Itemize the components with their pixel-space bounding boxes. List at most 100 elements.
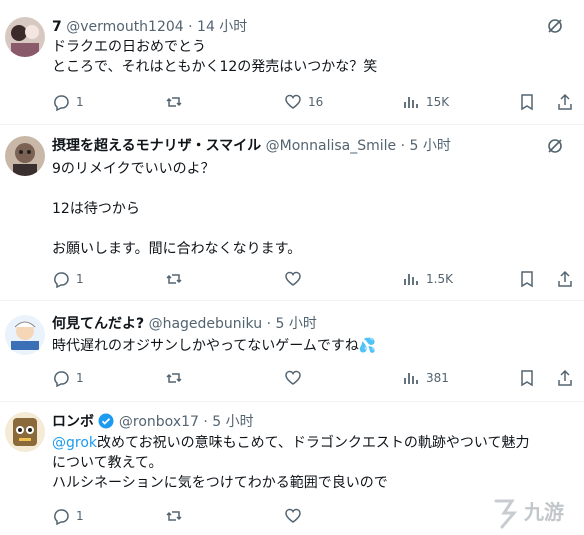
timestamp[interactable]: 5 小时 — [212, 414, 253, 430]
retweet-button[interactable] — [165, 506, 189, 526]
post-header: 何見てんだよ? @hagedebuniku · 5 小时 — [52, 314, 317, 334]
post-header: 摂理を超えるモナリザ・スマイル @Monnalisa_Smile · 5 小时 — [52, 136, 451, 156]
text-line: お願いします。間に合わなくなります。 — [52, 241, 302, 257]
bookmark-icon — [521, 271, 533, 288]
bookmark-button[interactable] — [518, 368, 536, 388]
timestamp[interactable]: 5 小时 — [275, 316, 316, 332]
action-bar: 1 1.5K — [52, 269, 572, 289]
share-icon — [558, 270, 572, 287]
avatar[interactable] — [5, 315, 45, 355]
avatar[interactable] — [5, 412, 45, 452]
text-line — [52, 219, 554, 239]
retweet-icon — [166, 511, 182, 521]
bookmark-icon — [521, 370, 533, 387]
share-icon — [558, 93, 572, 110]
views-button[interactable]: 15K — [402, 92, 449, 112]
reply-icon — [54, 95, 69, 111]
like-button[interactable] — [284, 368, 308, 388]
author-handle[interactable]: @vermouth1204 — [66, 19, 183, 35]
text-content: 改めてお祝いの意味もこめて、ドラゴンクエストの軌跡やついて魅力 — [97, 435, 530, 451]
text-line: @grok改めてお祝いの意味もこめて、ドラゴンクエストの軌跡やついて魅力 — [52, 433, 584, 453]
share-icon — [558, 369, 572, 386]
post-2[interactable]: 摂理を超えるモナリザ・スマイル @Monnalisa_Smile · 5 小时 … — [0, 125, 584, 300]
text-line: ハルシネーションに気をつけてわかる範囲で良いので — [52, 475, 388, 491]
separator-dot: · — [266, 316, 272, 332]
post-text: 時代遅れのオジサンしかやってないゲームですね💦 — [52, 336, 554, 356]
text-line: 時代遅れのオジサンしかやってないゲームですね💦 — [52, 336, 554, 356]
like-count: 16 — [308, 95, 324, 109]
watermark-logo: 九游 — [494, 499, 564, 529]
reply-button[interactable]: 1 — [52, 368, 84, 388]
text-line: 12は待つから — [52, 201, 140, 217]
author-handle[interactable]: @Monnalisa_Smile — [266, 138, 397, 154]
text-line: について教えて。 — [52, 455, 163, 471]
verified-icon — [98, 413, 114, 429]
reply-count: 1 — [76, 371, 84, 385]
bookmark-button[interactable] — [518, 269, 536, 289]
retweet-button[interactable] — [165, 269, 189, 289]
action-bar: 1 381 — [52, 368, 572, 388]
grok-mention-link[interactable]: @grok — [52, 435, 97, 451]
like-icon — [285, 271, 301, 286]
share-button[interactable] — [556, 269, 574, 289]
share-button[interactable] — [556, 92, 574, 112]
reply-button[interactable]: 1 — [52, 92, 84, 112]
text-content: 時代遅れのオジサンしかやってないゲームですね — [52, 338, 359, 354]
retweet-icon — [166, 373, 182, 383]
reply-icon — [54, 272, 69, 288]
post-header: ロンボ @ronbox17 · 5 小时 — [52, 412, 254, 432]
sweat-emoji: 💦 — [358, 338, 377, 354]
avatar[interactable] — [5, 17, 45, 57]
author-handle[interactable]: @hagedebuniku — [149, 316, 263, 332]
views-count: 1.5K — [426, 272, 453, 286]
share-button[interactable] — [556, 368, 574, 388]
retweet-button[interactable] — [165, 92, 189, 112]
grok-icon[interactable] — [546, 137, 564, 155]
text-line — [52, 179, 554, 199]
views-button[interactable]: 1.5K — [402, 269, 453, 289]
separator-dot: · — [188, 19, 193, 35]
text-line: ところで、それはともかく12の発売はいつかな？笑 — [52, 59, 378, 75]
bookmark-icon — [521, 94, 533, 111]
retweet-button[interactable] — [165, 368, 189, 388]
views-icon — [404, 97, 418, 108]
grok-icon[interactable] — [546, 17, 564, 35]
svg-text:九游: 九游 — [523, 500, 564, 524]
views-icon — [404, 274, 418, 285]
like-icon — [285, 94, 301, 109]
author-name[interactable]: ロンボ — [52, 414, 94, 430]
like-icon — [285, 508, 301, 523]
separator-dot: · — [400, 138, 406, 154]
action-bar: 1 16 15K — [52, 92, 572, 112]
reply-count: 1 — [76, 95, 84, 109]
timestamp[interactable]: 14 小时 — [197, 19, 247, 35]
bookmark-button[interactable] — [518, 92, 536, 112]
author-name[interactable]: 摂理を超えるモナリザ・スマイル — [52, 138, 261, 154]
post-3[interactable]: 何見てんだよ? @hagedebuniku · 5 小时 時代遅れのオジサンしか… — [0, 301, 584, 401]
reply-count: 1 — [76, 272, 84, 286]
like-button[interactable] — [284, 269, 308, 289]
like-button[interactable]: 16 — [284, 92, 323, 112]
post-1[interactable]: 7 @vermouth1204 · 14 小时 ドラクエの日おめでとう ところで… — [0, 0, 584, 124]
author-name[interactable]: 何見てんだよ? — [52, 316, 144, 332]
reply-icon — [54, 371, 69, 387]
author-name[interactable]: 7 — [52, 19, 62, 35]
like-icon — [285, 370, 301, 385]
retweet-icon — [166, 274, 182, 284]
timestamp[interactable]: 5 小时 — [410, 138, 451, 154]
reply-icon — [54, 509, 69, 525]
post-text: ドラクエの日おめでとう ところで、それはともかく12の発売はいつかな？笑 — [52, 37, 554, 77]
separator-dot: · — [203, 414, 208, 430]
post-text: @grok改めてお祝いの意味もこめて、ドラゴンクエストの軌跡やついて魅力 につい… — [52, 433, 584, 493]
text-line: ドラクエの日おめでとう — [52, 39, 206, 55]
text-line: 9のリメイクでいいのよ？ — [52, 161, 215, 177]
post-header: 7 @vermouth1204 · 14 小时 — [52, 17, 247, 37]
avatar[interactable] — [5, 136, 45, 176]
reply-button[interactable]: 1 — [52, 269, 84, 289]
reply-button[interactable]: 1 — [52, 506, 84, 526]
views-icon — [404, 373, 418, 384]
views-button[interactable]: 381 — [402, 368, 449, 388]
like-button[interactable] — [284, 506, 308, 526]
author-handle[interactable]: @ronbox17 — [119, 414, 199, 430]
views-count: 15K — [426, 95, 450, 109]
